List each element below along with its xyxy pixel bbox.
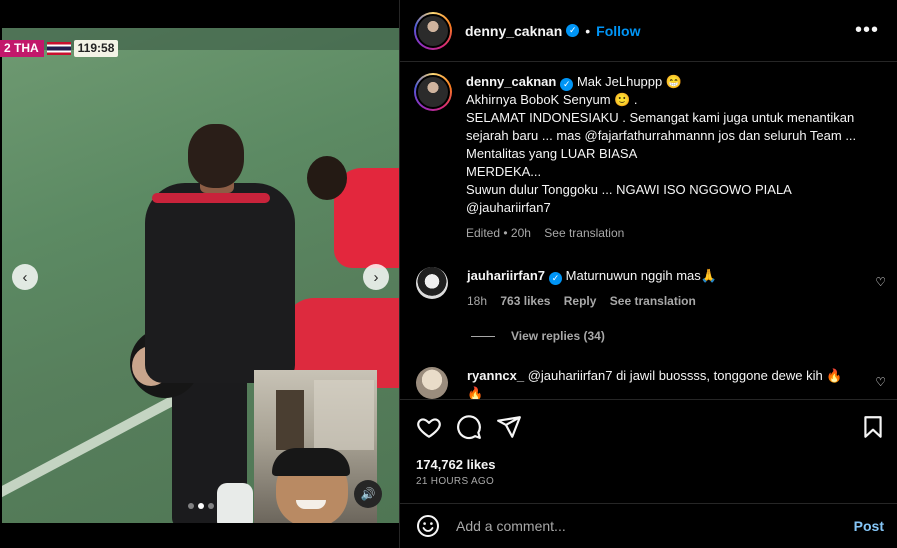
post-detail-panel: denny_caknan ✓ • Follow ••• denny_caknan… — [399, 0, 897, 548]
author-username[interactable]: denny_caknan — [465, 23, 562, 39]
verified-badge-icon: ✓ — [560, 77, 574, 91]
commenter-username[interactable]: jauhariirfan7 — [467, 268, 545, 283]
comment-bubble-icon[interactable] — [456, 414, 482, 440]
more-options-icon[interactable]: ••• — [855, 19, 879, 42]
chevron-right-icon: › — [373, 268, 379, 286]
inset-wall — [314, 380, 374, 450]
add-comment-bar: Post — [400, 503, 897, 548]
caption-text: denny_caknan ✓ Mak JeLhuppp 😁 Akhirnya Bo… — [466, 73, 866, 242]
emoji-smile-icon[interactable] — [416, 514, 440, 538]
like-heart-icon[interactable] — [416, 414, 442, 440]
post-media: 2 THA 119:58 ‹ › 🔊 — [0, 0, 399, 548]
separator-dot: • — [585, 22, 591, 39]
author-avatar[interactable] — [414, 11, 452, 50]
carousel-next-button[interactable]: › — [363, 264, 389, 290]
comment-body: ryanncx_ @jauhariirfan7 di jawil buossss… — [467, 367, 857, 399]
caption-line: MERDEKA... — [466, 164, 542, 179]
post-actions-bar — [400, 399, 897, 455]
comment-body: jauhariirfan7 ✓ Maturnuwun nggih mas🙏 18h… — [467, 267, 857, 310]
inset-smile — [296, 500, 326, 509]
caption-meta: Edited • 20h See translation — [466, 224, 866, 242]
commenter-avatar[interactable] — [416, 367, 448, 399]
post-comment-button[interactable]: Post — [854, 518, 884, 534]
comment-meta: 18h 763 likes Reply See translation — [467, 292, 857, 310]
chevron-left-icon: ‹ — [22, 268, 28, 286]
comments-scroll-area[interactable]: denny_caknan ✓ Mak JeLhuppp 😁 Akhirnya Bo… — [400, 63, 897, 399]
post-header: denny_caknan ✓ • Follow ••• — [400, 0, 897, 62]
view-replies-button[interactable]: View replies (34) — [471, 329, 605, 343]
coach-head — [188, 124, 244, 188]
player-sock — [217, 483, 253, 523]
commenter-username[interactable]: ryanncx_ — [467, 368, 524, 383]
carousel-dot-active — [198, 503, 204, 509]
caption-line: SELAMAT INDONESIAKU . Semangat kami juga… — [466, 110, 857, 161]
caption-username[interactable]: denny_caknan — [466, 74, 556, 89]
verified-badge-icon: ✓ — [549, 271, 563, 285]
match-clock: 119:58 — [73, 40, 119, 57]
caption-line: Akhirnya BoboK Senyum 🙂 . — [466, 92, 638, 107]
comment-item: ryanncx_ @jauhariirfan7 di jawil buossss… — [416, 367, 857, 399]
carousel-dot — [188, 503, 194, 509]
score-text: 2 THA — [0, 40, 44, 57]
inset-door — [276, 390, 304, 450]
caption-edited-time: Edited • 20h — [466, 226, 531, 240]
coach-shirt-stripe — [152, 193, 270, 203]
save-bookmark-icon[interactable] — [860, 414, 886, 440]
inset-cap — [272, 448, 350, 476]
red-player-head — [307, 156, 347, 200]
caption-line: Mak JeLhuppp 😁 — [576, 74, 683, 89]
speaker-icon: 🔊 — [360, 487, 376, 501]
post-caption: denny_caknan ✓ Mak JeLhuppp 😁 Akhirnya Bo… — [414, 73, 866, 242]
reply-button[interactable]: Reply — [564, 294, 597, 308]
comment-text: Maturnuwun nggih mas🙏 — [565, 268, 717, 283]
carousel-dot — [208, 503, 214, 509]
replies-divider — [471, 335, 495, 337]
post-timestamp: 21 HOURS AGO — [416, 476, 495, 487]
comment-item: jauhariirfan7 ✓ Maturnuwun nggih mas🙏 18h… — [416, 267, 857, 310]
tv-scorebug: 2 THA 119:58 — [0, 40, 119, 57]
caption-author-avatar[interactable] — [414, 73, 452, 111]
commenter-avatar[interactable] — [416, 267, 448, 299]
follow-button[interactable]: Follow — [596, 23, 640, 39]
comment-input[interactable] — [456, 518, 836, 534]
comment-like-heart-icon[interactable]: ♡ — [875, 275, 886, 289]
view-replies-label: View replies (34) — [511, 329, 605, 343]
carousel-prev-button[interactable]: ‹ — [12, 264, 38, 290]
caption-line: Suwun dulur Tonggoku ... NGAWI ISO NGGOW… — [466, 182, 792, 197]
verified-badge-icon: ✓ — [566, 24, 580, 37]
coach-figure — [145, 183, 295, 383]
comment-likes-link[interactable]: 763 likes — [500, 294, 550, 308]
see-translation-link[interactable]: See translation — [544, 226, 624, 240]
likes-count[interactable]: 174,762 likes — [416, 457, 496, 472]
comment-text: @jauhariirfan7 di jawil buossss, tonggon… — [467, 368, 843, 399]
share-send-icon[interactable] — [496, 414, 522, 440]
thailand-flag-icon — [46, 42, 71, 55]
comment-age: 18h — [467, 294, 488, 308]
caption-mention[interactable]: @jauhariirfan7 — [466, 199, 866, 217]
see-translation-link[interactable]: See translation — [610, 294, 696, 308]
carousel-indicator — [188, 503, 214, 509]
comment-like-heart-icon[interactable]: ♡ — [875, 375, 886, 389]
audio-toggle-button[interactable]: 🔊 — [354, 480, 382, 508]
